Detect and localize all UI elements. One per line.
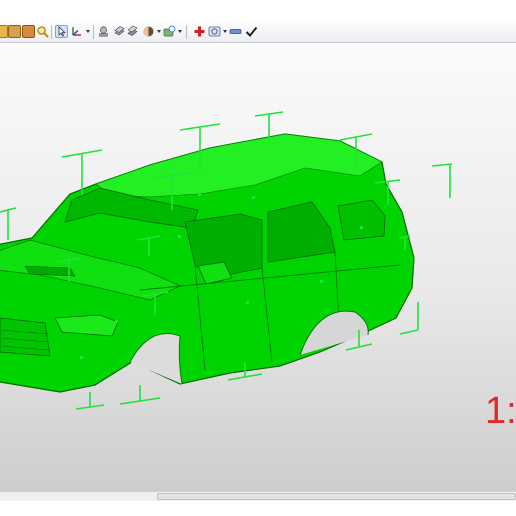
transform-dropdown-arrow[interactable] [86,30,90,33]
shading-sphere-icon[interactable] [142,25,155,38]
3d-viewport[interactable]: 1: [0,43,516,491]
window-bottom-strip [0,501,516,516]
view-dropdown-arrow[interactable] [178,30,182,33]
rectangle-icon[interactable] [229,25,242,38]
cube-icon[interactable] [0,25,8,38]
mesh-stack-icon[interactable] [113,25,126,38]
measure-icon[interactable] [208,25,221,38]
checkmark-icon[interactable] [245,25,258,38]
save-icon[interactable] [8,25,21,38]
toolbar-separator [93,25,94,39]
transform-axis-icon[interactable] [70,25,83,38]
scrollbar-thumb[interactable] [157,493,516,500]
open-file-icon[interactable] [22,25,35,38]
zoom-icon[interactable] [36,25,49,38]
mesh-stack-icon[interactable] [126,25,139,38]
select-arrow-icon[interactable] [55,25,68,38]
vehicle-grille [0,317,51,357]
add-icon[interactable] [193,25,206,38]
toolbar-separator [186,25,187,39]
mesh-layer-icon[interactable] [97,25,110,38]
vehicle-model[interactable] [0,43,516,491]
toolbar [0,22,516,43]
measure-dropdown-arrow[interactable] [223,30,227,33]
view-options-icon[interactable] [163,25,176,38]
toolbar-separator [51,25,52,39]
shading-dropdown-arrow[interactable] [157,30,161,33]
scale-label: 1: [485,390,516,432]
window-top-strip [0,0,516,22]
